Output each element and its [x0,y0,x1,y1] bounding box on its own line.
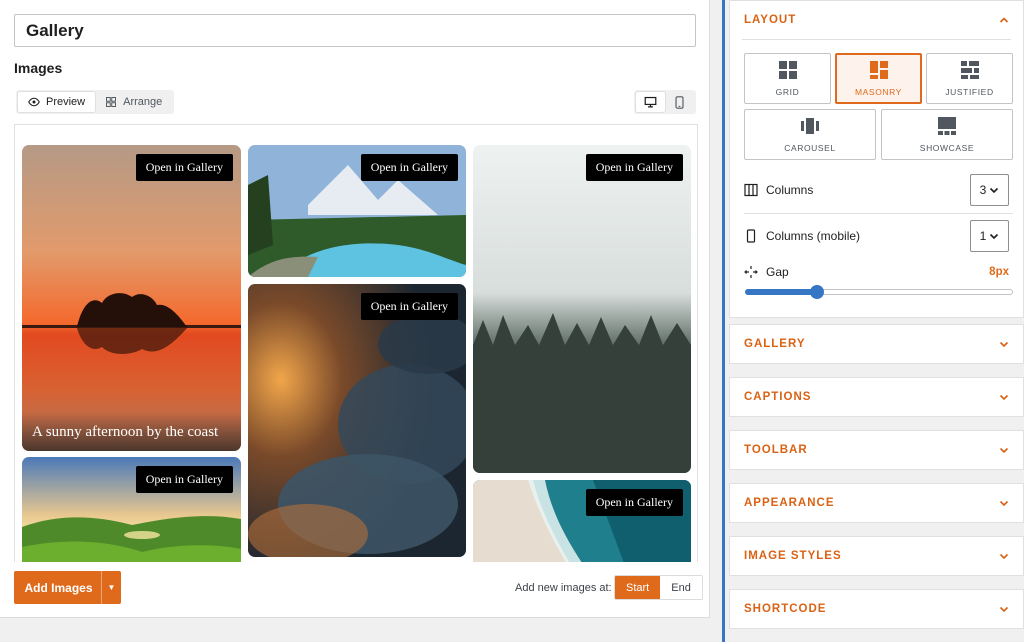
add-images-button[interactable]: Add Images ▼ [14,571,121,604]
chevron-down-icon [999,447,1009,454]
columns-mobile-label: Columns (mobile) [766,229,861,243]
appearance-panel[interactable]: APPEARANCE [729,483,1024,523]
gap-row: Gap [744,265,1013,279]
settings-sidebar: LAYOUT GRID MASONRY JUSTIFIED CAROUSEL S… [722,0,1024,642]
image-styles-panel-title: IMAGE STYLES [744,550,842,562]
columns-mobile-select[interactable]: 1 [970,220,1009,252]
justified-icon [960,61,979,79]
tab-preview[interactable]: Preview [18,92,96,112]
layout-showcase-label: SHOWCASE [919,143,975,153]
gallery-editor: Gallery Images Preview Arrange Open in G… [0,0,710,618]
tab-arrange-label: Arrange [123,96,163,108]
image-caption: A sunny afternoon by the coast [22,412,241,451]
columns-label: Columns [766,183,814,197]
open-in-gallery-button[interactable]: Open in Gallery [360,154,458,181]
gallery-panel[interactable]: GALLERY [729,324,1024,364]
gap-value: 8px [989,266,1009,278]
gallery-tile[interactable]: Open in Gallery A sunny afternoon by the… [22,145,241,451]
grid-small-icon [106,97,117,107]
columns-value: 3 [979,183,987,197]
position-start-button[interactable]: Start [615,576,661,599]
columns-icon [744,183,758,197]
appearance-panel-title: APPEARANCE [744,497,835,509]
gallery-tile[interactable]: Open in Gallery [22,457,241,562]
shortcode-panel-title: SHORTCODE [744,603,827,615]
dramatic-clouds-image [248,284,466,557]
chevron-down-icon [990,233,999,240]
gallery-panel-title: GALLERY [744,338,806,350]
captions-panel[interactable]: CAPTIONS [729,377,1024,417]
desktop-preview-button[interactable] [636,92,665,112]
layout-panel: LAYOUT GRID MASONRY JUSTIFIED CAROUSEL S… [729,0,1024,318]
columns-divider [744,213,1013,214]
position-end-button[interactable]: End [660,576,702,599]
gallery-tile[interactable]: Open in Gallery [473,480,691,562]
open-in-gallery-button[interactable]: Open in Gallery [135,466,233,493]
add-new-images-at-label: Add new images at: [515,582,612,594]
images-heading: Images [14,60,63,76]
open-in-gallery-button[interactable]: Open in Gallery [135,154,233,181]
gallery-tile[interactable]: Open in Gallery [473,145,691,473]
eye-icon [28,97,40,107]
layout-justified-button[interactable]: JUSTIFIED [926,53,1013,104]
gallery-tile[interactable]: Open in Gallery [248,145,466,277]
columns-mobile-value: 1 [979,229,987,243]
toolbar-panel[interactable]: TOOLBAR [729,430,1024,470]
view-mode-toggle: Preview Arrange [16,90,175,114]
columns-select[interactable]: 3 [970,174,1009,206]
tab-arrange[interactable]: Arrange [95,92,172,112]
image-styles-panel[interactable]: IMAGE STYLES [729,536,1024,576]
chevron-down-icon [999,500,1009,507]
gallery-title-input[interactable]: Gallery [14,14,696,47]
mobile-icon [746,229,756,243]
chevron-down-icon [990,187,999,194]
chevron-down-icon [999,394,1009,401]
sunset-lake-image [22,145,241,451]
open-in-gallery-button[interactable]: Open in Gallery [585,489,683,516]
chevron-down-icon [999,341,1009,348]
chevron-down-icon [999,553,1009,560]
chevron-up-icon [999,17,1009,23]
grid-icon [778,61,797,79]
shortcode-panel[interactable]: SHORTCODE [729,589,1024,629]
mobile-preview-button[interactable] [665,92,694,112]
gap-slider-fill [745,289,818,295]
caret-down-icon[interactable]: ▼ [101,571,121,604]
layout-justified-label: JUSTIFIED [945,87,994,97]
mobile-icon [675,95,684,109]
layout-panel-title: LAYOUT [744,14,797,26]
layout-divider [742,39,1011,40]
layout-carousel-label: CAROUSEL [784,143,836,153]
layout-carousel-button[interactable]: CAROUSEL [744,109,876,160]
gallery-tile[interactable]: Open in Gallery [248,284,466,557]
gap-arrows-icon [744,266,758,278]
masonry-icon [869,61,888,79]
chevron-down-icon [999,606,1009,613]
carousel-icon [801,118,819,134]
layout-masonry-label: MASONRY [854,87,903,97]
open-in-gallery-button[interactable]: Open in Gallery [585,154,683,181]
layout-grid-label: GRID [775,87,800,97]
foggy-forest-image [473,145,691,473]
layout-masonry-button[interactable]: MASONRY [835,53,922,104]
insert-position-toggle: Start End [614,575,703,600]
tab-preview-label: Preview [46,96,86,108]
desktop-icon [644,96,657,108]
gap-slider-handle[interactable] [810,285,825,299]
gap-label: Gap [766,265,789,279]
toolbar-panel-title: TOOLBAR [744,444,808,456]
captions-panel-title: CAPTIONS [744,391,812,403]
layout-showcase-button[interactable]: SHOWCASE [881,109,1013,160]
layout-panel-header[interactable]: LAYOUT [730,1,1023,39]
layout-grid-button[interactable]: GRID [744,53,831,104]
gallery-preview-canvas: Open in Gallery A sunny afternoon by the… [14,124,698,562]
open-in-gallery-button[interactable]: Open in Gallery [360,293,458,320]
device-preview-toggle [634,90,696,114]
add-images-label: Add Images [24,580,93,595]
showcase-icon [938,117,956,135]
